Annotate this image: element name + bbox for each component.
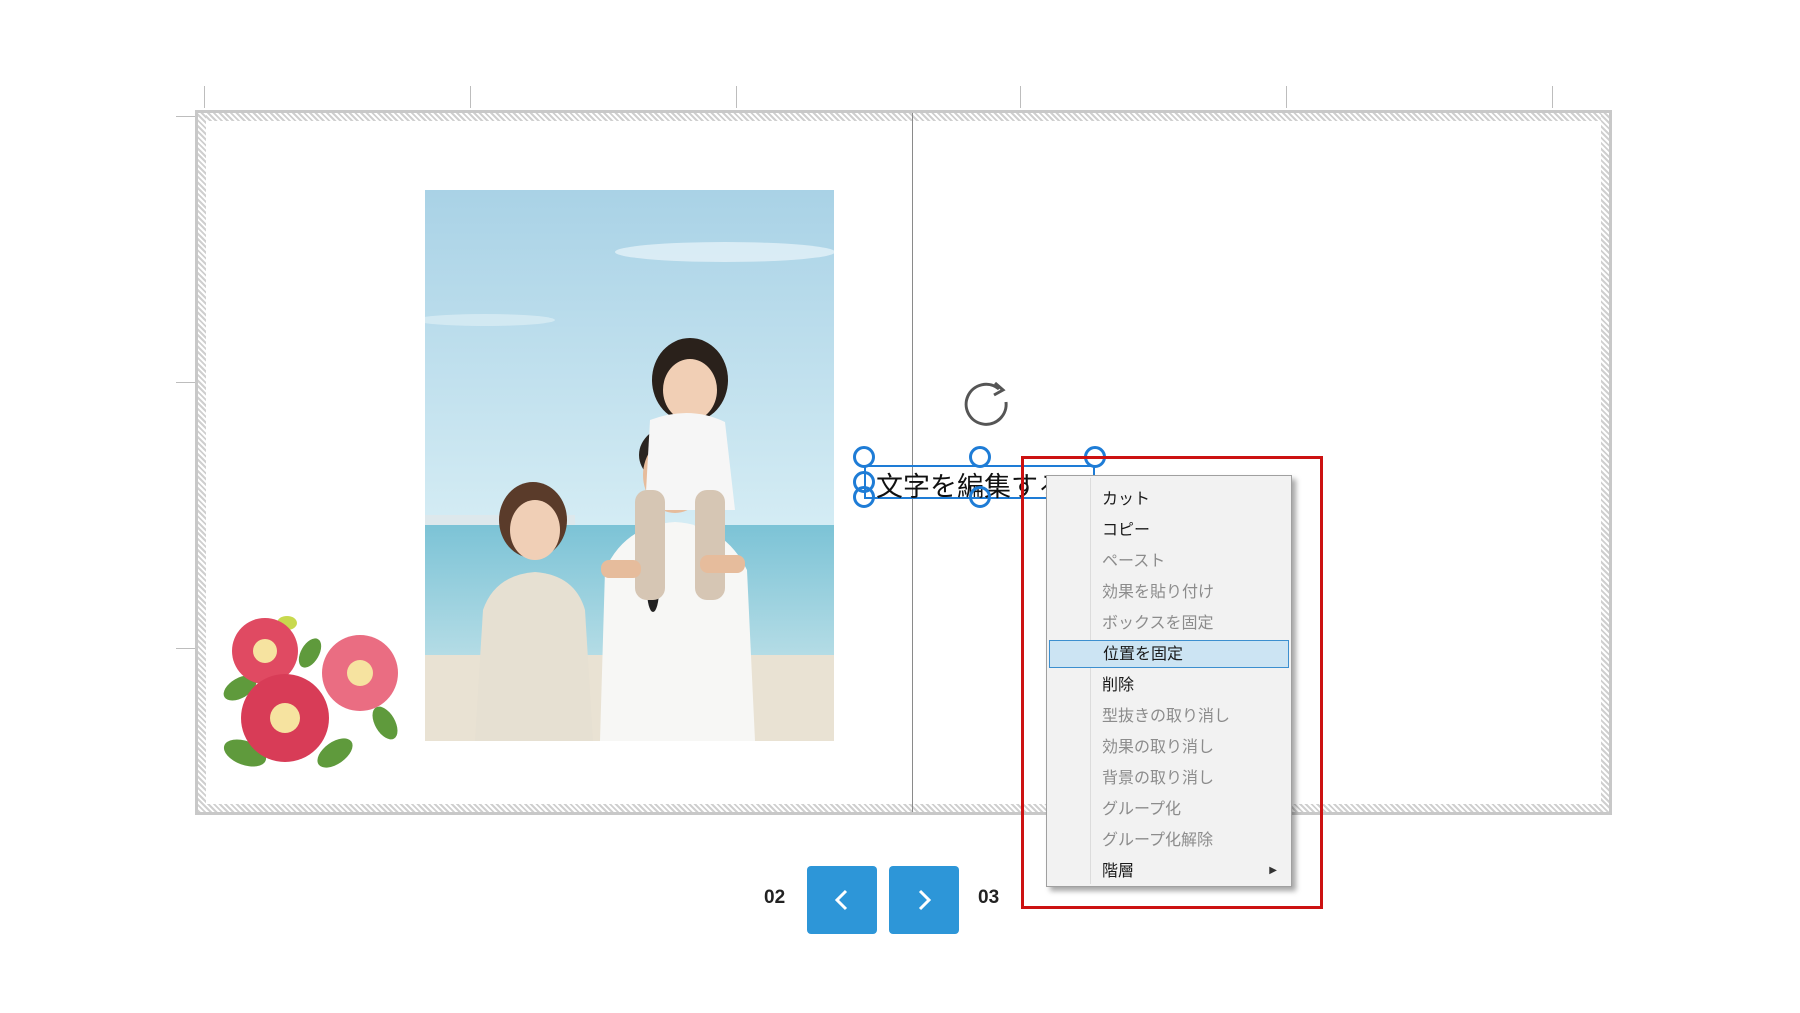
highlight-annotation-box bbox=[1021, 456, 1323, 909]
resize-handle-bottom[interactable] bbox=[969, 486, 991, 508]
page-spread[interactable]: 文字を編集する bbox=[195, 110, 1612, 815]
chevron-right-icon bbox=[918, 889, 932, 911]
bleed-margin-bottom bbox=[198, 804, 1609, 812]
page-spine-divider bbox=[912, 113, 913, 812]
ruler-tick bbox=[736, 86, 737, 108]
resize-handle-top-left[interactable] bbox=[853, 446, 875, 468]
ruler-tick bbox=[204, 86, 205, 108]
rotate-handle-icon[interactable] bbox=[961, 377, 1015, 431]
right-page-number: 03 bbox=[978, 887, 1000, 908]
ruler-tick bbox=[1020, 86, 1021, 108]
next-page-button[interactable] bbox=[889, 866, 959, 934]
chevron-left-icon bbox=[834, 889, 848, 911]
ruler-tick bbox=[1286, 86, 1287, 108]
left-page-number: 02 bbox=[764, 887, 786, 908]
resize-handle-bottom-left[interactable] bbox=[853, 486, 875, 508]
family-photo[interactable] bbox=[425, 190, 834, 741]
ruler-tick bbox=[470, 86, 471, 108]
bleed-margin-left bbox=[198, 113, 206, 812]
bleed-margin-right bbox=[1601, 113, 1609, 812]
ruler-tick bbox=[1552, 86, 1553, 108]
bleed-margin-top bbox=[198, 113, 1609, 121]
resize-handle-top[interactable] bbox=[969, 446, 991, 468]
prev-page-button[interactable] bbox=[807, 866, 877, 934]
camellia-decoration[interactable] bbox=[215, 603, 410, 788]
